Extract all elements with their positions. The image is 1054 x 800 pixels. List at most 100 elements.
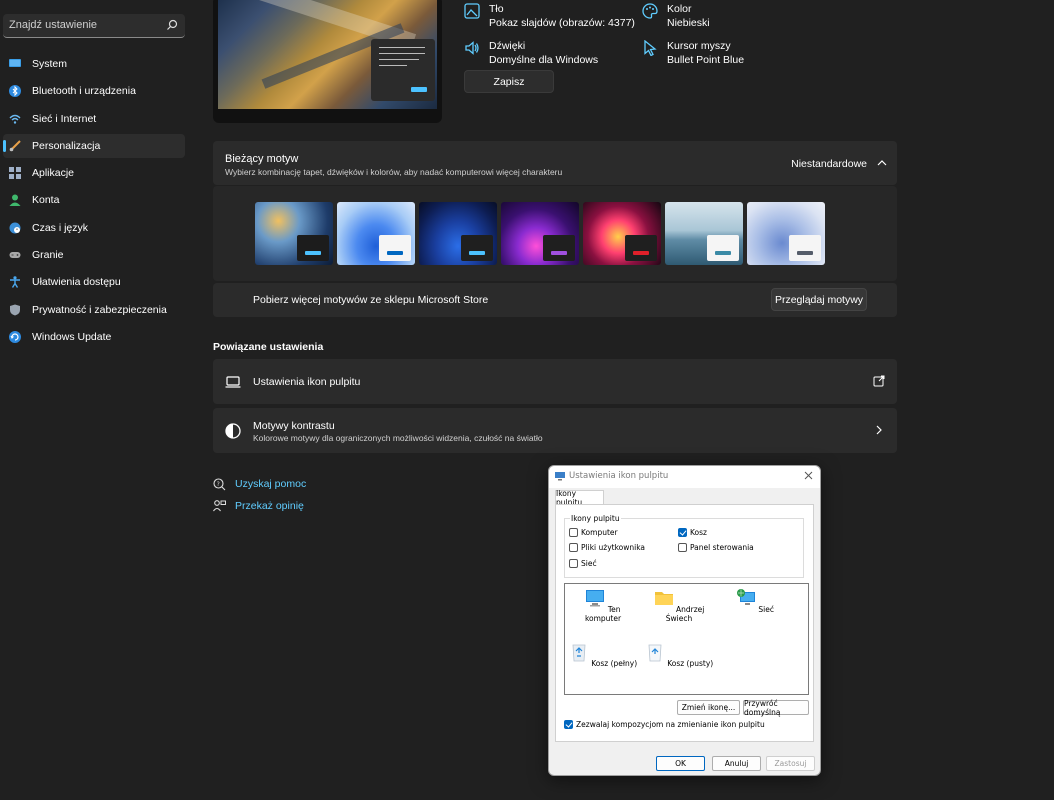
close-icon[interactable] xyxy=(804,471,813,480)
user-files-checkbox[interactable]: Pliki użytkownika xyxy=(569,543,645,552)
preview-window xyxy=(371,39,435,101)
save-theme-button[interactable]: Zapisz xyxy=(464,70,554,93)
sidebar-item-label: Prywatność i zabezpieczenia xyxy=(32,303,167,316)
nav-list: System Bluetooth i urządzenia Sieć i Int… xyxy=(3,52,185,352)
bluetooth-icon xyxy=(9,85,21,98)
sidebar-item-system[interactable]: System xyxy=(3,52,185,76)
network-checkbox[interactable]: Sieć xyxy=(569,559,597,568)
folder-icon xyxy=(654,592,673,605)
computer-checkbox[interactable]: Komputer xyxy=(569,528,618,537)
ok-button[interactable]: OK xyxy=(656,756,705,771)
svg-text:?: ? xyxy=(217,481,220,488)
checkbox-label: Pliki użytkownika xyxy=(581,543,646,552)
external-link-icon xyxy=(873,375,885,387)
sidebar-item-label: Sieć i Internet xyxy=(32,112,97,125)
sidebar-item-windows-update[interactable]: Windows Update xyxy=(3,325,185,349)
attr-color-value: Niebieski xyxy=(667,17,710,29)
theme-thumb-sunrise[interactable] xyxy=(747,202,825,265)
sidebar-item-personalization[interactable]: Personalizacja xyxy=(3,133,185,158)
contrast-themes-row[interactable]: Motywy kontrastu Kolorowe motywy dla ogr… xyxy=(213,408,897,453)
current-theme-state: Niestandardowe xyxy=(791,158,867,170)
attr-cursor-value: Bullet Point Blue xyxy=(667,54,745,66)
desktop-icon-settings-row[interactable]: Ustawienia ikon pulpitu xyxy=(213,359,897,404)
icon-this-pc[interactable]: Ten komputer xyxy=(568,588,638,623)
theme-thumb-glow-purple[interactable] xyxy=(501,202,579,265)
theme-thumb-flow[interactable] xyxy=(665,202,743,265)
sidebar-item-apps[interactable]: Aplikacje xyxy=(3,161,185,185)
sidebar: Znajdź ustawienie System Bluetooth i urz… xyxy=(0,0,192,800)
checkbox-label: Zezwalaj kompozycjom na zmienianie ikon … xyxy=(576,720,765,729)
icon-network[interactable]: Sieć xyxy=(720,588,790,614)
sidebar-item-network[interactable]: Sieć i Internet xyxy=(3,107,185,131)
store-row: Pobierz więcej motywów ze sklepu Microso… xyxy=(213,283,897,317)
theme-thumb-glow[interactable] xyxy=(255,202,333,265)
allow-themes-checkbox[interactable]: Zezwalaj kompozycjom na zmienianie ikon … xyxy=(564,720,765,729)
search-icon[interactable] xyxy=(166,19,178,31)
attr-cursor-title: Kursor myszy xyxy=(667,40,731,52)
theme-thumb-windows-dark[interactable] xyxy=(419,202,497,265)
wifi-icon xyxy=(9,114,21,124)
related-settings-title: Powiązane ustawienia xyxy=(213,341,324,353)
dialog-panel: Ikony pulpitu Komputer Kosz Pliki użytko… xyxy=(555,504,814,742)
palette-icon xyxy=(642,3,658,19)
restore-default-button[interactable]: Przywróć domyślną xyxy=(743,699,809,717)
icon-bin-empty[interactable]: Kosz (pusty) xyxy=(644,642,714,668)
icon-label: Kosz (pusty) xyxy=(667,659,714,668)
give-feedback-text[interactable]: Przekaż opinię xyxy=(235,500,304,512)
sidebar-item-label: Bluetooth i urządzenia xyxy=(32,85,136,98)
get-help-text[interactable]: Uzyskaj pomoc xyxy=(235,478,306,490)
brush-icon xyxy=(9,140,21,152)
attr-background-title: Tło xyxy=(489,3,504,15)
contrast-icon xyxy=(225,423,241,439)
recycle-bin-empty-icon xyxy=(648,644,662,662)
sidebar-item-label: Konta xyxy=(32,194,60,207)
accessibility-icon xyxy=(10,276,20,289)
sidebar-item-privacy[interactable]: Prywatność i zabezpieczenia xyxy=(3,298,185,322)
attr-sounds-title: Dźwięki xyxy=(489,40,526,52)
theme-thumb-windows-light[interactable] xyxy=(337,202,415,265)
browse-themes-button[interactable]: Przeglądaj motywy xyxy=(771,288,867,311)
store-text: Pobierz więcej motywów ze sklepu Microso… xyxy=(253,294,489,306)
current-theme-header[interactable]: Bieżący motyw Wybierz kombinację tapet, … xyxy=(213,141,897,185)
sidebar-item-label: System xyxy=(32,58,68,70)
chevron-right-icon xyxy=(876,425,882,435)
speaker-icon xyxy=(465,41,479,55)
sidebar-item-label: Windows Update xyxy=(32,330,112,343)
cursor-icon xyxy=(644,40,657,56)
change-icon-button[interactable]: Zmień ikonę... xyxy=(677,700,740,715)
cancel-button[interactable]: Anuluj xyxy=(712,756,761,771)
dialog-title-bar[interactable]: Ustawienia ikon pulpitu xyxy=(549,466,820,488)
theme-preview xyxy=(213,0,442,123)
checkbox-label: Panel sterowania xyxy=(690,543,754,552)
sidebar-item-accessibility[interactable]: Ułatwienia dostępu xyxy=(3,270,185,294)
icon-bin-full[interactable]: Kosz (pełny) xyxy=(568,642,638,668)
current-theme-title: Bieżący motyw xyxy=(225,153,299,165)
monitor-icon xyxy=(555,472,565,481)
attr-color-title: Kolor xyxy=(667,3,692,15)
apply-button[interactable]: Zastosuj xyxy=(766,756,815,771)
tab-desktop-icons[interactable]: Ikony pulpitu xyxy=(555,489,604,507)
chevron-up-icon[interactable] xyxy=(877,159,887,167)
person-icon xyxy=(9,194,21,207)
sidebar-item-gaming[interactable]: Granie xyxy=(3,243,185,267)
control-panel-checkbox[interactable]: Panel sterowania xyxy=(678,543,754,552)
sidebar-item-label: Aplikacje xyxy=(32,167,75,180)
search-input[interactable]: Znajdź ustawienie xyxy=(9,19,97,31)
help-icon: ? xyxy=(213,478,226,491)
sidebar-item-label: Granie xyxy=(32,249,64,262)
desktop-icon-settings-dialog: Ustawienia ikon pulpitu Ikony pulpitu Ik… xyxy=(548,465,821,776)
contrast-themes-subtitle: Kolorowe motywy dla ograniczonych możliw… xyxy=(253,433,543,443)
sidebar-item-time-language[interactable]: Czas i język xyxy=(3,216,185,240)
sidebar-item-accounts[interactable]: Konta xyxy=(3,188,185,212)
recycle-bin-full-icon xyxy=(572,644,586,662)
wallpaper-preview-image xyxy=(218,0,437,109)
icon-user-folder[interactable]: Andrzej Świech xyxy=(644,588,714,623)
checkbox-label: Kosz xyxy=(690,528,707,537)
theme-thumb-captured-motion[interactable] xyxy=(583,202,661,265)
attr-background-value: Pokaz slajdów (obrazów: 4377) xyxy=(489,17,635,29)
bin-checkbox[interactable]: Kosz xyxy=(678,528,707,537)
shield-icon xyxy=(10,304,20,316)
sidebar-item-bluetooth[interactable]: Bluetooth i urządzenia xyxy=(3,79,185,103)
computer-icon xyxy=(586,590,605,607)
search-box[interactable]: Znajdź ustawienie xyxy=(3,14,185,38)
